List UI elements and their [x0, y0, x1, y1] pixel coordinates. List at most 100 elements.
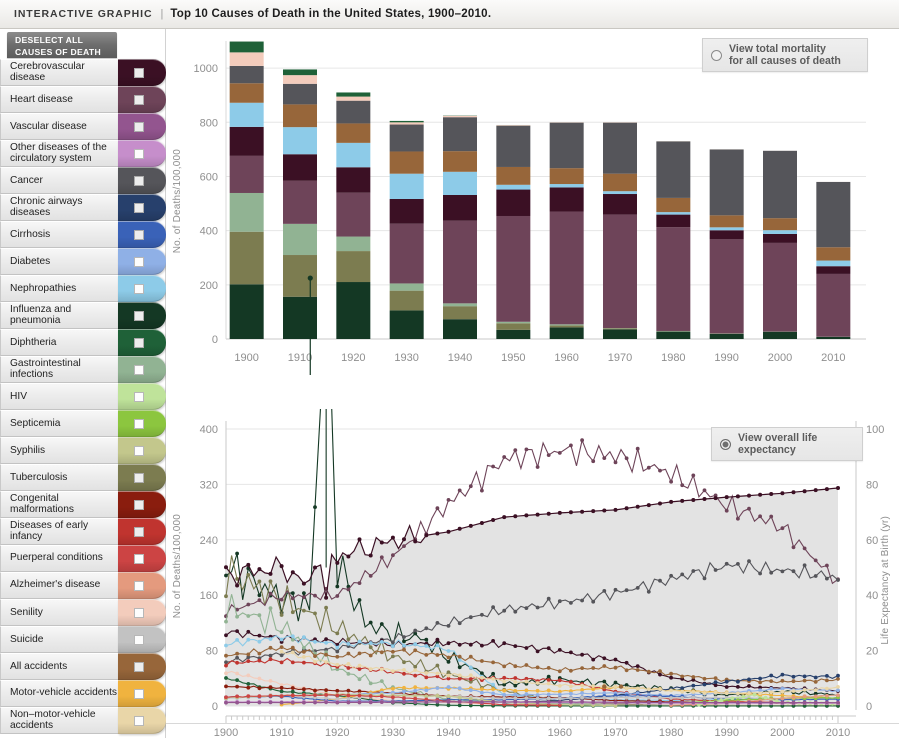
- legend-checkbox[interactable]: [134, 203, 144, 213]
- legend-item-nephropathies[interactable]: Nephropathies: [0, 275, 166, 302]
- legend-color-swatch[interactable]: [118, 302, 166, 329]
- bar-segment[interactable]: [336, 143, 370, 167]
- legend-checkbox[interactable]: [134, 176, 144, 186]
- legend-item-septicemia[interactable]: Septicemia: [0, 410, 166, 437]
- legend-item-all-accidents[interactable]: All accidents: [0, 653, 166, 680]
- legend-checkbox[interactable]: [134, 689, 144, 699]
- bar-segment[interactable]: [390, 224, 424, 284]
- bar-segment[interactable]: [816, 182, 850, 247]
- bar-segment[interactable]: [603, 328, 637, 329]
- bar-segment[interactable]: [710, 227, 744, 230]
- legend-item-cancer[interactable]: Cancer: [0, 167, 166, 194]
- bar-segment[interactable]: [230, 193, 264, 232]
- bar-segment[interactable]: [230, 42, 264, 53]
- legend-color-swatch[interactable]: [118, 599, 166, 626]
- bar-segment[interactable]: [550, 326, 584, 328]
- bar-segment[interactable]: [390, 125, 424, 152]
- legend-checkbox[interactable]: [134, 149, 144, 159]
- legend-item-chronic-airways-diseases[interactable]: Chronic airways diseases: [0, 194, 166, 221]
- legend-checkbox[interactable]: [134, 365, 144, 375]
- bar-segment[interactable]: [763, 230, 797, 234]
- bar-segment[interactable]: [496, 330, 530, 339]
- legend-color-swatch[interactable]: [118, 140, 166, 167]
- bar-segment[interactable]: [496, 167, 530, 185]
- legend-item-gastrointestinal-infections[interactable]: Gastrointestinal infections: [0, 356, 166, 383]
- legend-checkbox[interactable]: [134, 581, 144, 591]
- bar-segment[interactable]: [336, 97, 370, 101]
- bar-segment[interactable]: [390, 174, 424, 199]
- legend-item-diabetes[interactable]: Diabetes: [0, 248, 166, 275]
- legend-item-congenital-malformations[interactable]: Congenital malformations: [0, 491, 166, 518]
- bar-segment[interactable]: [336, 167, 370, 192]
- bar-segment[interactable]: [336, 123, 370, 142]
- deselect-all-button[interactable]: DESELECT ALL CAUSES OF DEATH: [7, 32, 117, 58]
- bar-segment[interactable]: [230, 103, 264, 127]
- bar-segment[interactable]: [550, 123, 584, 169]
- bar-segment[interactable]: [763, 234, 797, 243]
- bar-segment[interactable]: [283, 297, 317, 339]
- bar-segment[interactable]: [283, 75, 317, 84]
- bar-segment[interactable]: [550, 168, 584, 184]
- bar-segment[interactable]: [763, 243, 797, 332]
- bar-segment[interactable]: [336, 92, 370, 96]
- legend-item-motor-vehicle-accidents[interactable]: Motor-vehicle accidents: [0, 680, 166, 707]
- bar-segment[interactable]: [710, 239, 744, 333]
- bar-segment[interactable]: [283, 127, 317, 154]
- bar-segment[interactable]: [550, 212, 584, 325]
- bar-segment[interactable]: [336, 237, 370, 252]
- legend-item-heart-disease[interactable]: Heart disease: [0, 86, 166, 113]
- legend-item-diseases-of-early-infancy[interactable]: Diseases of early infancy: [0, 518, 166, 545]
- bar-segment[interactable]: [550, 324, 584, 325]
- legend-item-other-diseases-of-the-circulatory-system[interactable]: Other diseases of the circulatory system: [0, 140, 166, 167]
- bar-segment[interactable]: [496, 125, 530, 126]
- legend-checkbox[interactable]: [134, 446, 144, 456]
- legend-checkbox[interactable]: [134, 527, 144, 537]
- bar-segment[interactable]: [816, 274, 850, 337]
- bar-segment[interactable]: [603, 194, 637, 215]
- legend-checkbox[interactable]: [134, 473, 144, 483]
- legend-item-senility[interactable]: Senility: [0, 599, 166, 626]
- legend-item-vascular-disease[interactable]: Vascular disease: [0, 113, 166, 140]
- bar-segment[interactable]: [390, 151, 424, 173]
- legend-color-swatch[interactable]: [118, 680, 166, 707]
- legend-color-swatch[interactable]: [118, 167, 166, 194]
- bar-segment[interactable]: [336, 282, 370, 339]
- view-total-mortality-toggle[interactable]: View total mortality for all causes of d…: [702, 38, 868, 72]
- bar-segment[interactable]: [283, 154, 317, 181]
- legend-checkbox[interactable]: [134, 716, 144, 726]
- legend-color-swatch[interactable]: [118, 383, 166, 410]
- bar-segment[interactable]: [443, 221, 477, 304]
- bar-segment[interactable]: [816, 247, 850, 260]
- bar-segment[interactable]: [443, 172, 477, 195]
- bar-segment[interactable]: [230, 127, 264, 156]
- bar-segment[interactable]: [496, 322, 530, 323]
- bar-segment[interactable]: [443, 303, 477, 306]
- bar-segment[interactable]: [283, 104, 317, 127]
- bar-segment[interactable]: [603, 329, 637, 339]
- legend-checkbox[interactable]: [134, 122, 144, 132]
- legend-checkbox[interactable]: [134, 608, 144, 618]
- legend-checkbox[interactable]: [134, 338, 144, 348]
- legend-color-swatch[interactable]: [118, 356, 166, 383]
- bar-segment[interactable]: [443, 319, 477, 339]
- bar-segment[interactable]: [336, 251, 370, 282]
- bar-segment[interactable]: [390, 199, 424, 224]
- bar-segment[interactable]: [816, 261, 850, 267]
- bar-segment[interactable]: [816, 266, 850, 274]
- bar-segment[interactable]: [230, 52, 264, 66]
- bar-segment[interactable]: [656, 212, 690, 214]
- legend-color-swatch[interactable]: [118, 545, 166, 572]
- bar-segment[interactable]: [656, 332, 690, 339]
- legend-item-suicide[interactable]: Suicide: [0, 626, 166, 653]
- legend-checkbox[interactable]: [134, 284, 144, 294]
- bar-segment[interactable]: [710, 230, 744, 239]
- bar-segment[interactable]: [283, 69, 317, 75]
- bar-segment[interactable]: [496, 185, 530, 190]
- bar-segment[interactable]: [230, 232, 264, 285]
- legend-color-swatch[interactable]: [118, 491, 166, 518]
- legend-item-cirrhosis[interactable]: Cirrhosis: [0, 221, 166, 248]
- legend-color-swatch[interactable]: [118, 248, 166, 275]
- bar-segment[interactable]: [550, 327, 584, 339]
- legend-item-hiv[interactable]: HIV: [0, 383, 166, 410]
- legend-item-influenza-and-pneumonia[interactable]: Influenza and pneumonia: [0, 302, 166, 329]
